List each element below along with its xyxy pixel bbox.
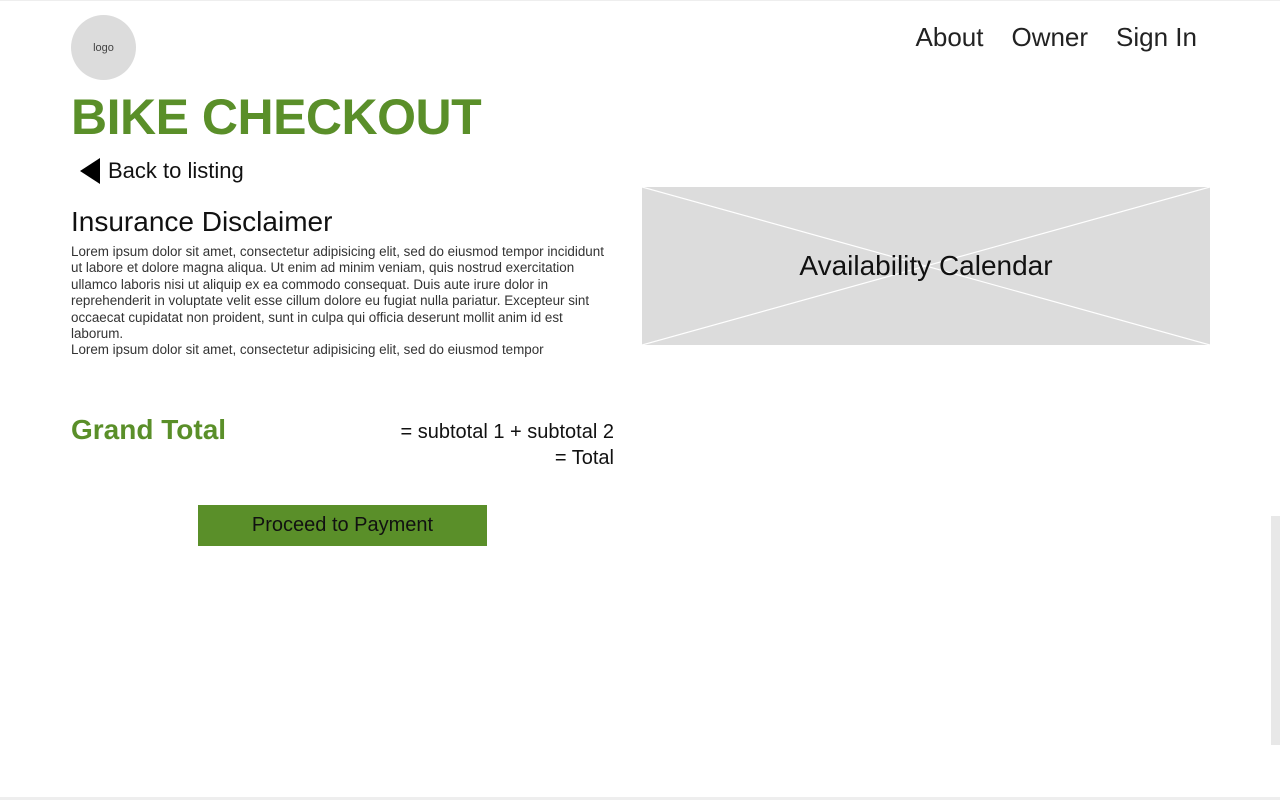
back-arrow-icon [80,158,100,184]
grand-total-label: Grand Total [71,414,227,445]
nav-sign-in-link[interactable]: Sign In [1116,22,1197,53]
total-formula: = subtotal 1 + subtotal 2 = Total [401,419,615,471]
availability-calendar-placeholder[interactable]: Availability Calendar [642,187,1210,345]
back-link-label: Back to listing [108,158,244,183]
disclaimer-body: Lorem ipsum dolor sit amet, consectetur … [71,244,616,359]
proceed-to-payment-button[interactable]: Proceed to Payment [198,505,487,546]
disclaimer-paragraph: Lorem ipsum dolor sit amet, consectetur … [71,244,604,342]
disclaimer-heading: Insurance Disclaimer [71,206,333,237]
page-title: BIKE CHECKOUT [71,89,482,145]
top-nav: About Owner Sign In [916,22,1197,53]
total-formula-line: = Total [554,447,614,469]
top-divider [0,0,1280,1]
calendar-label: Availability Calendar [799,250,1053,281]
disclaimer-paragraph: Lorem ipsum dolor sit amet, consectetur … [71,342,544,358]
logo-text: logo [93,41,114,54]
back-to-listing-link[interactable]: Back to listing [80,158,244,184]
logo[interactable]: logo [71,15,136,80]
total-formula-line: = subtotal 1 + subtotal 2 [400,421,615,443]
checkout-page: logo About Owner Sign In BIKE CHECKOUT B… [0,0,1280,800]
scrollbar[interactable] [1271,516,1280,745]
nav-owner-link[interactable]: Owner [1011,22,1088,53]
nav-about-link[interactable]: About [916,22,984,53]
